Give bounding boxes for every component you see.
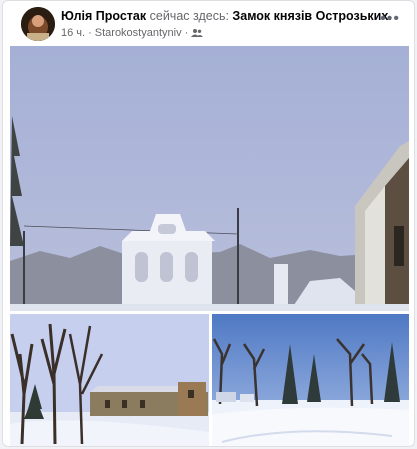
post-time[interactable]: 16 ч. [61, 26, 85, 40]
author-action: сейчас здесь: [149, 9, 229, 23]
meta-separator-2: · [184, 27, 189, 39]
friends-icon [191, 29, 204, 37]
photo-bottom-left[interactable] [10, 314, 209, 446]
author-avatar[interactable] [21, 7, 55, 41]
avatar-image [21, 7, 55, 41]
author-name[interactable]: Юлія Простак [61, 9, 146, 23]
photo-bottom-right[interactable] [212, 314, 409, 446]
more-options-button[interactable]: ••• [380, 11, 400, 27]
snowy-park-scene [212, 314, 409, 446]
post-meta: 16 ч. · Starokostyantyniv · [61, 26, 204, 40]
castle-bell-tower-scene [10, 46, 409, 311]
author-line: Юлія Простак сейчас здесь: Замок князів … [61, 8, 392, 24]
meta-separator: · [88, 27, 92, 39]
castle-courtyard-trees-scene [10, 314, 209, 446]
post-header: Юлія Простак сейчас здесь: Замок князів … [3, 1, 414, 47]
photo-main[interactable] [10, 46, 409, 311]
post-location[interactable]: Starokostyantyniv [95, 26, 182, 40]
post-card: Юлія Простак сейчас здесь: Замок князів … [2, 0, 415, 447]
place-name[interactable]: Замок князів Острозьких. [232, 9, 391, 23]
